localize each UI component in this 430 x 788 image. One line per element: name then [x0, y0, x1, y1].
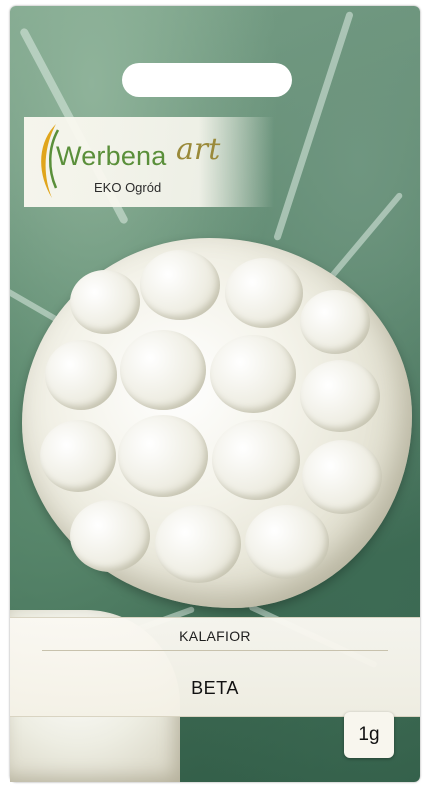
floret [245, 505, 329, 579]
species-name: KALAFIOR [179, 628, 251, 644]
floret [40, 420, 116, 492]
brand-script: art [176, 132, 221, 167]
floret [70, 270, 140, 334]
floret [225, 258, 303, 328]
divider [42, 650, 388, 651]
leaf-vein [273, 10, 354, 242]
floret [212, 420, 300, 500]
floret [302, 440, 382, 514]
floret [300, 290, 370, 354]
floret [120, 330, 206, 410]
brand-name: Werbena [56, 141, 167, 171]
floret [155, 505, 241, 583]
hang-hole [122, 63, 292, 97]
floret [210, 335, 296, 413]
floret [140, 250, 220, 320]
floret [45, 340, 117, 410]
floret [118, 415, 208, 497]
variety-name: BETA [191, 678, 239, 698]
brand-subtitle: EKO Ogród [94, 180, 162, 195]
weight-badge: 1g [344, 712, 394, 758]
floret [70, 500, 150, 572]
floret [300, 360, 380, 432]
